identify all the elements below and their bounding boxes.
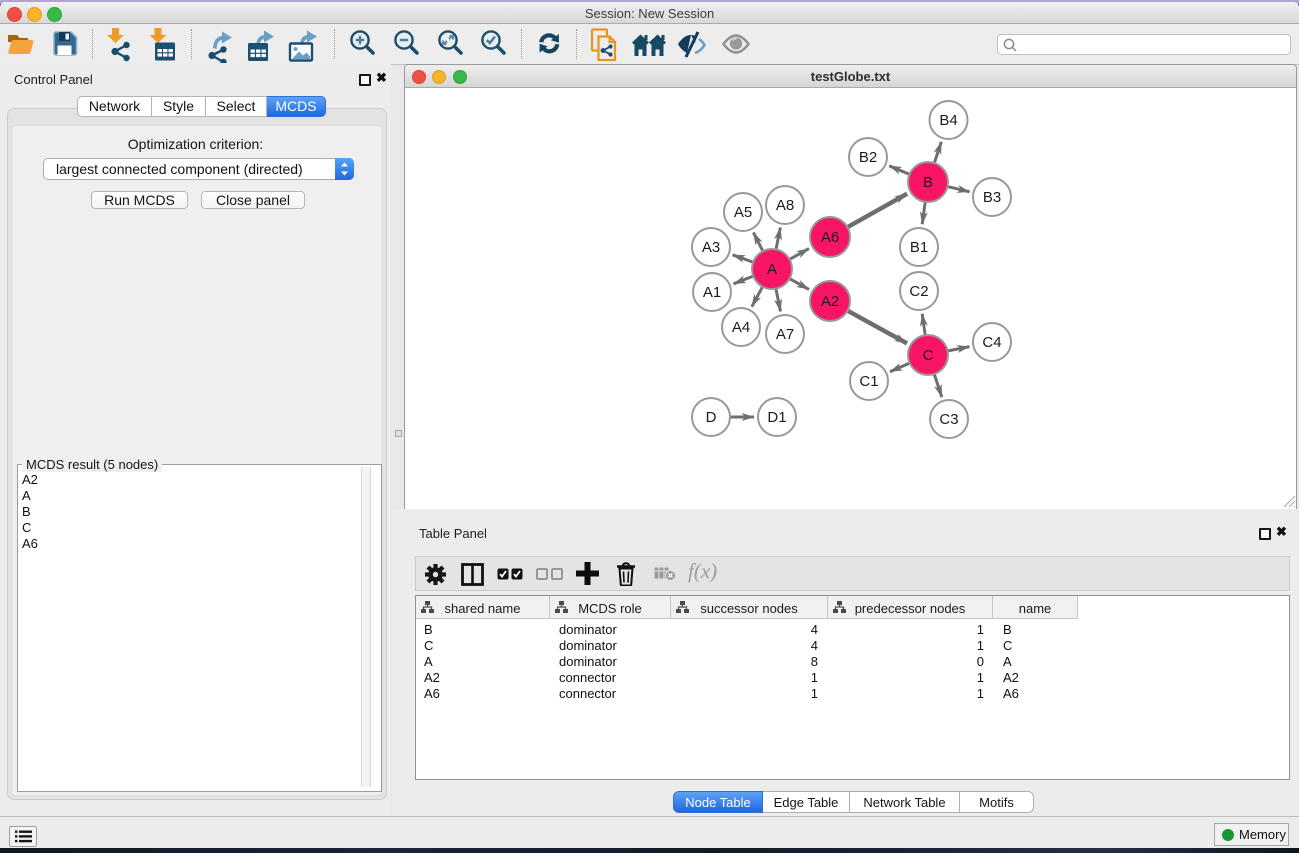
svg-text:D: D <box>706 409 717 426</box>
svg-text:C4: C4 <box>982 334 1001 351</box>
svg-text:D1: D1 <box>767 409 786 426</box>
svg-text:A5: A5 <box>734 204 752 221</box>
svg-text:A6: A6 <box>821 229 839 246</box>
svg-text:B4: B4 <box>939 112 957 129</box>
svg-text:C3: C3 <box>939 411 958 428</box>
svg-text:C: C <box>923 347 934 364</box>
svg-text:A4: A4 <box>732 319 750 336</box>
svg-text:B3: B3 <box>983 189 1001 206</box>
svg-text:B2: B2 <box>859 149 877 166</box>
svg-text:B: B <box>923 174 933 191</box>
svg-text:A1: A1 <box>703 284 721 301</box>
svg-text:A: A <box>767 261 777 278</box>
svg-text:A3: A3 <box>702 239 720 256</box>
svg-text:A8: A8 <box>776 197 794 214</box>
svg-text:A7: A7 <box>776 326 794 343</box>
svg-text:C1: C1 <box>859 373 878 390</box>
svg-text:C2: C2 <box>909 283 928 300</box>
svg-text:B1: B1 <box>910 239 928 256</box>
svg-text:A2: A2 <box>821 293 839 310</box>
